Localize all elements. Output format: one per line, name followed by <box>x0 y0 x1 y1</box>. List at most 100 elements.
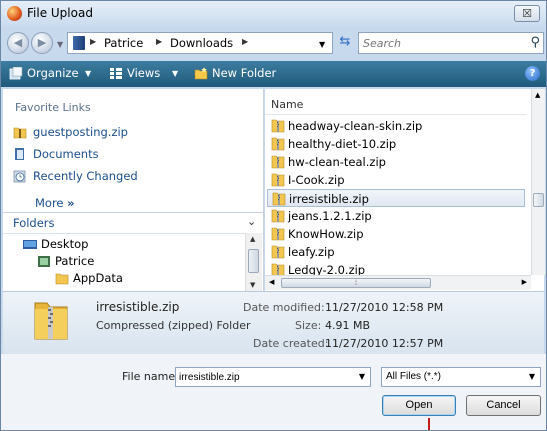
file-name: KnowHow.zip <box>288 227 364 241</box>
file-upload-dialog: File Upload ☒ ◀ ▶ ▼ ▶ Patrice ▶ Download… <box>0 0 547 431</box>
organize-button[interactable]: Organize <box>27 66 79 80</box>
scroll-right-icon[interactable]: ▶ <box>522 278 527 286</box>
search-input[interactable] <box>363 35 513 51</box>
file-row[interactable]: leafy.zip <box>267 243 525 261</box>
zip-file-icon <box>271 155 285 169</box>
address-bar[interactable]: ▶ Patrice ▶ Downloads ▶ ▼ <box>67 32 333 54</box>
file-row[interactable]: jeans.1.2.1.zip <box>267 207 525 225</box>
search-box[interactable]: ⚲ <box>358 32 544 54</box>
chevron-down-icon[interactable]: ▼ <box>529 372 535 381</box>
scroll-thumb[interactable]: ⦙ <box>281 278 431 288</box>
chevron-down-icon[interactable]: ⌄ <box>247 215 256 228</box>
recent-pages-dropdown-icon[interactable]: ▼ <box>57 40 63 49</box>
scroll-up-icon[interactable]: ▲ <box>250 235 255 243</box>
file-row[interactable]: irresistible.zip <box>267 189 525 207</box>
organize-dropdown-icon[interactable]: ▼ <box>85 69 91 78</box>
file-name: healthy-diet-10.zip <box>288 137 397 151</box>
date-modified-label: Date modified: <box>243 301 325 314</box>
tree-label: AppData <box>73 271 123 285</box>
new-folder-button[interactable]: New Folder <box>212 66 276 80</box>
file-list-horizontal-scrollbar[interactable]: ◀ ⦙ ▶ <box>265 275 531 290</box>
size-label: Size: <box>295 319 322 332</box>
favorite-label: Documents <box>33 147 99 161</box>
zip-folder-icon <box>13 127 27 139</box>
help-icon[interactable]: ? <box>525 66 540 81</box>
zip-file-icon <box>271 137 285 151</box>
favorite-label: guestposting.zip <box>33 125 128 139</box>
firefox-icon <box>7 6 22 21</box>
back-button[interactable]: ◀ <box>7 32 29 54</box>
breadcrumb-separator-icon[interactable]: ▶ <box>242 37 248 46</box>
file-row[interactable]: headway-clean-skin.zip <box>267 117 525 135</box>
file-name: leafy.zip <box>288 245 335 259</box>
organize-icon <box>9 67 23 80</box>
close-button[interactable]: ☒ <box>514 5 540 22</box>
folders-header[interactable]: Folders ⌄ <box>3 212 263 234</box>
more-link[interactable]: More » <box>35 196 75 210</box>
zip-file-icon <box>272 192 286 206</box>
file-name-combobox[interactable]: ▼ <box>175 367 371 387</box>
details-pane: irresistible.zip Compressed (zipped) Fol… <box>3 291 544 354</box>
new-folder-icon <box>194 67 208 80</box>
file-name: jeans.1.2.1.zip <box>288 209 372 223</box>
desktop-icon <box>23 240 37 249</box>
breadcrumb-patrice[interactable]: Patrice <box>104 36 143 50</box>
file-row[interactable]: I-Cook.zip <box>267 171 525 189</box>
open-button[interactable]: Open <box>382 395 456 416</box>
breadcrumb-downloads[interactable]: Downloads <box>170 36 233 50</box>
file-list: Name headway-clean-skin.zip healthy-diet-… <box>265 89 545 291</box>
scroll-thumb[interactable] <box>248 249 259 273</box>
selected-file-name: irresistible.zip <box>96 300 180 314</box>
zip-file-icon <box>271 119 285 133</box>
user-folder-icon <box>38 256 50 267</box>
address-row: ◀ ▶ ▼ ▶ Patrice ▶ Downloads ▶ ▼ ⇆ ⚲ <box>1 29 546 59</box>
scroll-thumb[interactable] <box>533 193 544 207</box>
file-row[interactable]: KnowHow.zip <box>267 225 525 243</box>
zip-file-icon <box>271 209 285 223</box>
breadcrumb-separator-icon[interactable]: ▶ <box>90 37 96 46</box>
views-dropdown-icon[interactable]: ▼ <box>172 69 178 78</box>
folder-icon <box>55 273 69 285</box>
navigation-pane: Favorite Links guestposting.zip Document… <box>3 89 264 291</box>
column-label: Name <box>271 98 304 111</box>
views-button[interactable]: Views <box>127 66 160 80</box>
forward-button[interactable]: ▶ <box>31 32 53 54</box>
file-name: I-Cook.zip <box>288 173 345 187</box>
recently-changed-icon <box>13 170 26 183</box>
zip-file-icon <box>271 173 285 187</box>
scroll-left-icon[interactable]: ◀ <box>269 278 274 286</box>
file-name-input[interactable] <box>179 370 349 384</box>
documents-icon <box>15 148 24 160</box>
folder-icon <box>73 36 85 50</box>
zip-file-icon <box>271 227 285 241</box>
tree-label: Desktop <box>41 237 89 251</box>
folders-label: Folders <box>13 216 55 230</box>
address-dropdown-icon[interactable]: ▼ <box>319 40 325 49</box>
title-bar: File Upload ☒ <box>1 1 546 27</box>
scroll-down-icon[interactable]: ▼ <box>250 281 255 289</box>
double-chevron-icon: » <box>67 196 75 210</box>
date-modified-value: 11/27/2010 12:58 PM <box>325 301 444 314</box>
file-name-label: File name: <box>122 370 179 383</box>
scroll-up-icon[interactable]: ▲ <box>535 91 540 99</box>
refresh-button[interactable]: ⇆ <box>334 32 356 54</box>
favorite-label: Recently Changed <box>33 169 138 183</box>
file-type-select[interactable]: All Files (*.*) ▼ <box>381 367 541 387</box>
zip-file-icon <box>271 245 285 259</box>
zip-file-large-icon <box>34 302 68 340</box>
command-bar: Organize ▼ Views ▼ New Folder ? <box>1 61 546 87</box>
file-name: irresistible.zip <box>289 192 369 206</box>
views-icon <box>110 68 122 79</box>
size-value: 4.91 MB <box>325 319 371 332</box>
search-icon[interactable]: ⚲ <box>530 35 540 50</box>
file-row[interactable]: healthy-diet-10.zip <box>267 135 525 153</box>
date-created-label: Date created: <box>253 337 329 350</box>
breadcrumb-separator-icon[interactable]: ▶ <box>156 37 162 46</box>
file-row[interactable]: hw-clean-teal.zip <box>267 153 525 171</box>
file-list-vertical-scrollbar[interactable]: ▲ <box>531 89 545 275</box>
name-column-header[interactable]: Name <box>265 92 527 115</box>
folders-scrollbar[interactable]: ▲ ▼ <box>245 233 262 291</box>
cancel-button[interactable]: Cancel <box>466 395 541 416</box>
chevron-down-icon[interactable]: ▼ <box>359 372 365 381</box>
file-name: headway-clean-skin.zip <box>288 119 423 133</box>
